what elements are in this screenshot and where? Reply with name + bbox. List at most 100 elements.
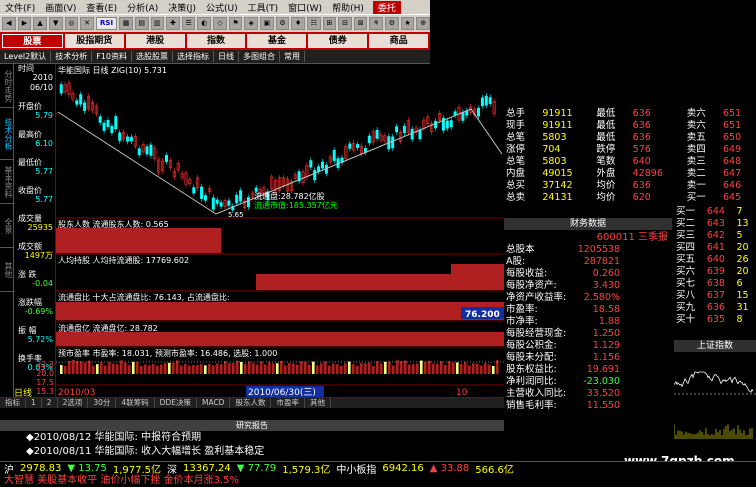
category-1[interactable]: 股指期货: [64, 34, 124, 48]
toolbar-icon-11[interactable]: ☰: [181, 17, 196, 30]
indicator-tab-9[interactable]: 市盈率: [271, 398, 305, 408]
toolbar-icon-24[interactable]: ⚙: [385, 17, 399, 30]
toolbar-icon-9[interactable]: ▥: [150, 17, 165, 30]
vtab-1[interactable]: 技术分析: [0, 108, 13, 160]
category-6[interactable]: 商品: [369, 34, 429, 48]
pe-scale-value: 20.0: [36, 369, 54, 378]
indicator-tab-8[interactable]: 股东人数: [230, 398, 272, 408]
category-0[interactable]: 股票: [2, 34, 63, 48]
category-2[interactable]: 港股: [125, 34, 185, 48]
buy-row: 买二 643 13: [674, 218, 756, 230]
indicator-tab-3[interactable]: 2选项: [58, 398, 89, 408]
toolbar-icon-5[interactable]: ✕: [80, 17, 94, 30]
ticker-item: ▲ 33.88: [429, 462, 470, 474]
vtab-2[interactable]: 基本资料: [0, 160, 13, 204]
candle-body: [375, 129, 379, 139]
menu-item-5[interactable]: 公式(U): [201, 1, 243, 14]
buy-vol: 15: [736, 290, 749, 301]
menu-item-0[interactable]: 文件(F): [0, 1, 40, 14]
view-tab-7[interactable]: 常用: [280, 51, 305, 62]
fin-label: 净资产收益率:: [506, 292, 567, 303]
toolbar-icon-14[interactable]: ⚑: [228, 17, 243, 30]
toolbar-icon-19[interactable]: ☷: [306, 17, 321, 30]
indicator-tab-6[interactable]: DDE决策: [155, 398, 197, 408]
menu-item-3[interactable]: 分析(A): [122, 1, 163, 14]
view-tab-6[interactable]: 多图组合: [239, 51, 280, 62]
toolbar-icon-0[interactable]: ◀: [2, 17, 16, 30]
pe-bar: [128, 365, 131, 374]
menu-item-8[interactable]: 帮助(H): [327, 1, 369, 14]
toolbar-icon-7[interactable]: ▦: [119, 17, 133, 30]
view-tab-3[interactable]: 选股股票: [132, 51, 173, 62]
pe-bar: [300, 361, 303, 374]
view-tab-2[interactable]: F10资料: [92, 51, 132, 62]
toolbar-icon-21[interactable]: ⊟: [338, 17, 352, 30]
toolbar-icon-3[interactable]: ▼: [48, 17, 63, 30]
toolbar-icon-4[interactable]: ◎: [64, 17, 79, 30]
indicator-tab-7[interactable]: MACD: [197, 398, 231, 408]
toolbar-icon-6[interactable]: RSI: [95, 17, 118, 30]
indicator-tab-4[interactable]: 30分: [88, 398, 117, 408]
order-row: 总笔 5803 最低 636 卖五 650: [504, 132, 756, 144]
indicator-tab-0[interactable]: 指标: [0, 398, 26, 408]
candle-body: [114, 116, 118, 130]
menu-item-4[interactable]: 决策(J): [163, 1, 201, 14]
vertical-tabs: 分时走势 技术分析 基本资料 全景 其他: [0, 64, 14, 397]
buy-side: 买三: [676, 230, 696, 241]
menu-item-6[interactable]: 工具(T): [243, 1, 284, 14]
toolbar-icon-2[interactable]: ▲: [33, 17, 47, 30]
kline-chart[interactable]: 华能国际 日线 ZIG(10) 5.731 流通盘:28.782亿股 流通市值:18…: [56, 64, 504, 398]
fin-table: 总股本 1205538 A股: 287821 每股收益: 0.260 每股净资产: 3.430…: [504, 244, 622, 412]
fin-row: 每股经营现金: 1.250: [504, 328, 622, 340]
fin-header: 财务数据: [504, 218, 672, 230]
fin-value: 2.580%: [583, 292, 620, 303]
indicator-tab-5[interactable]: 4联筹码: [116, 398, 155, 408]
toolbar-icon-22[interactable]: ⊠: [353, 17, 368, 30]
toolbar-icon-12[interactable]: ◐: [197, 17, 212, 30]
toolbar-icon-17[interactable]: ⚙: [275, 17, 290, 30]
toolbar-icon-25[interactable]: ★: [400, 17, 415, 30]
candle-body: [391, 136, 395, 149]
vtab-3[interactable]: 全景: [0, 204, 13, 248]
indicator-tab-10[interactable]: 其他: [305, 398, 331, 408]
candle-body: [83, 102, 87, 111]
toolbar-icon-15[interactable]: ◈: [244, 17, 258, 30]
menu-item-2[interactable]: 查看(E): [81, 1, 122, 14]
menu-item-7[interactable]: 窗口(W): [283, 1, 327, 14]
view-tab-1[interactable]: 技术分析: [51, 51, 93, 62]
category-5[interactable]: 债券: [308, 34, 368, 48]
order-value: 5803: [542, 132, 567, 143]
vtab-4[interactable]: 其他: [0, 248, 13, 292]
pe-bar: [132, 361, 135, 374]
pe-bar: [108, 362, 111, 374]
toolbar-icon-1[interactable]: ▶: [17, 17, 32, 30]
menu-item-1[interactable]: 画面(V): [40, 1, 81, 14]
vtab-0[interactable]: 分时走势: [0, 64, 13, 108]
toolbar-icon-8[interactable]: ▤: [134, 17, 149, 30]
indicator-tab-1[interactable]: 1: [26, 398, 42, 408]
fin-label: 市净率:: [506, 316, 538, 327]
view-tab-5[interactable]: 日线: [214, 51, 239, 62]
pe-bar: [392, 365, 395, 374]
category-4[interactable]: 基金: [247, 34, 307, 48]
toolbar-icon-10[interactable]: ✚: [166, 17, 180, 30]
toolbar-icon-20[interactable]: ⊞: [322, 17, 337, 30]
toolbar-icon-26[interactable]: ⊕: [416, 17, 431, 30]
category-3[interactable]: 指数: [186, 34, 246, 48]
order-value: 24131: [542, 192, 573, 203]
pe-bar: [112, 363, 115, 374]
view-tab-4[interactable]: 选择指标: [173, 51, 214, 62]
indicator-tab-2[interactable]: 2: [42, 398, 58, 408]
news-item[interactable]: ◆2010/08/12 华能国际: 中报符合预期: [0, 431, 504, 445]
candle-body: [106, 120, 110, 127]
news-item[interactable]: ◆2010/08/11 华能国际: 收入大幅增长 盈利基本稳定: [0, 445, 504, 459]
order-label2: 最低: [596, 132, 616, 143]
ticker-news-text[interactable]: 大智慧 美股基本收平 油价小幅下挫 金价本月涨3.5%: [4, 474, 239, 487]
menu-item-9[interactable]: 委托: [372, 0, 401, 14]
index-line: [674, 371, 754, 393]
toolbar-icon-16[interactable]: ▣: [260, 17, 274, 30]
view-tab-0[interactable]: Level2默认: [0, 51, 52, 62]
toolbar-icon-23[interactable]: ⚘: [369, 17, 384, 30]
toolbar-icon-13[interactable]: ◇: [213, 17, 227, 30]
toolbar-icon-18[interactable]: ♦: [291, 17, 305, 30]
